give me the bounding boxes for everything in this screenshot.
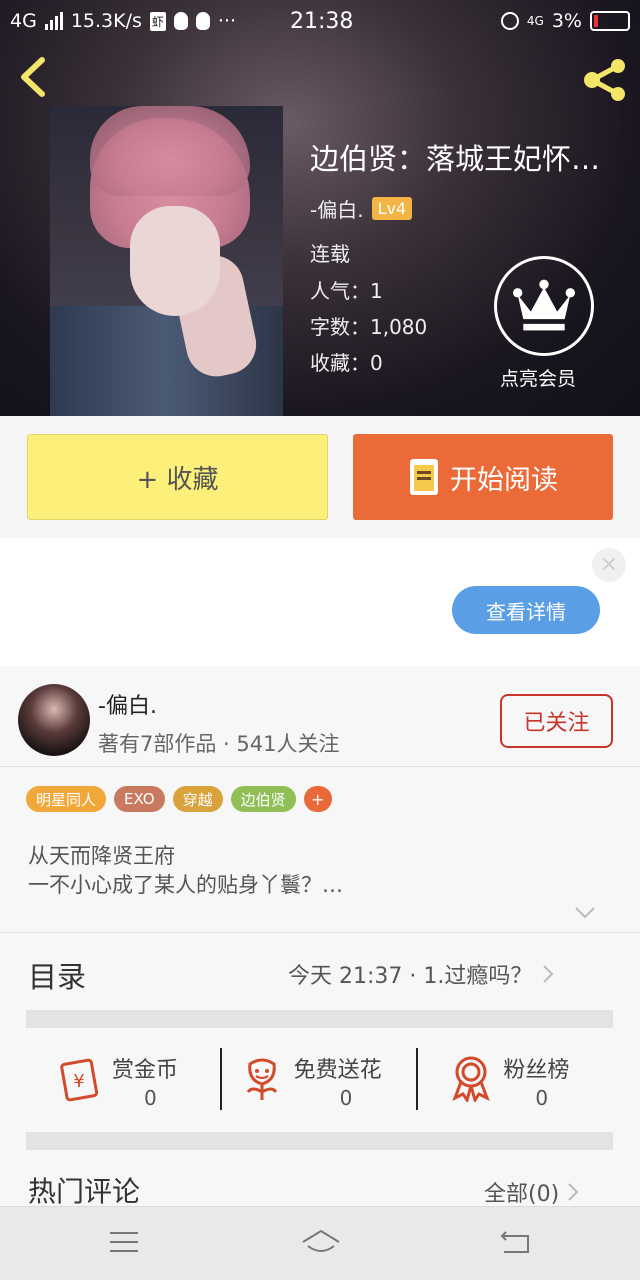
book-description[interactable]: 从天而降贤王府 一不小心成了某人的贴身丫鬟？… (28, 842, 343, 900)
divider (0, 932, 640, 933)
follow-button[interactable]: 已关注 (500, 694, 613, 748)
section-divider (26, 1010, 613, 1028)
toc-latest-chapter[interactable]: 今天 21:37 · 1.过瘾吗？ (288, 958, 554, 990)
book-author[interactable]: -偏白. (310, 194, 364, 223)
tag-item[interactable]: 穿越 (172, 786, 223, 812)
description-line: 从天而降贤王府 (28, 844, 175, 868)
home-icon[interactable] (300, 1226, 342, 1258)
status-bar: 4G 15.3K/s 虾 ··· 21:38 4G 3% (0, 0, 640, 44)
stat-value: 0 (535, 1086, 549, 1110)
latest-chapter-text: 今天 21:37 · 1.过瘾吗？ (288, 964, 533, 989)
divider (0, 766, 640, 767)
start-reading-label: 开始阅读 (450, 464, 558, 496)
tag-list: 明星同人 EXO 穿越 边伯贤 + (26, 786, 332, 812)
back-icon[interactable] (16, 56, 50, 98)
start-reading-button[interactable]: 开始阅读 (353, 434, 613, 520)
section-divider (26, 1132, 613, 1150)
crown-icon[interactable] (494, 256, 594, 356)
all-comments-label: 全部(0) (484, 1182, 560, 1207)
view-details-button[interactable]: 查看详情 (452, 586, 600, 634)
stat-label: 免费送花 (293, 1058, 382, 1083)
reward-coins-stat[interactable]: ¥ 赏金币 0 (26, 1040, 222, 1114)
network-label: 4G (10, 10, 37, 32)
more-dots: ··· (217, 10, 237, 32)
reward-coin-icon: ¥ (60, 1058, 99, 1102)
stats-bar: ¥ 赏金币 0 免费送花 0 粉丝榜 0 (26, 1040, 613, 1114)
chevron-right-icon (543, 965, 554, 983)
book-icon (410, 459, 438, 495)
ribbon-badge-icon (452, 1056, 491, 1102)
avatar[interactable] (18, 684, 90, 756)
all-comments-link[interactable]: 全部(0) (484, 1176, 579, 1208)
book-title: 边伯贤：落城王妃怀… (310, 142, 601, 176)
clock-time: 21:38 (290, 9, 354, 34)
chevron-down-icon[interactable] (574, 906, 596, 920)
signal-icon (44, 12, 63, 30)
flower-icon (246, 1058, 277, 1100)
back-nav-icon[interactable] (498, 1226, 534, 1258)
close-icon[interactable]: × (592, 548, 626, 582)
stat-separator (220, 1048, 222, 1110)
stat-separator (416, 1048, 418, 1110)
description-line: 一不小心成了某人的贴身丫鬟？… (28, 873, 343, 897)
book-popularity: 人气：1 (310, 279, 383, 303)
battery-icon (590, 11, 630, 31)
battery-percent: 3% (551, 10, 582, 32)
author-name[interactable]: -偏白. (98, 688, 157, 720)
send-flower-stat[interactable]: 免费送花 0 (222, 1040, 418, 1114)
app-badge-icon: 虾 (149, 11, 166, 31)
stat-value: 0 (339, 1086, 353, 1110)
tag-item[interactable]: 边伯贤 (230, 786, 296, 812)
alarm-icon (500, 12, 519, 30)
book-word-count: 字数：1,080 (310, 315, 428, 339)
book-favorites: 收藏：0 (310, 351, 383, 375)
toc-label[interactable]: 目录 (28, 954, 86, 996)
fan-ranking-stat[interactable]: 粉丝榜 0 (417, 1040, 613, 1114)
vip-label[interactable]: 点亮会员 (500, 364, 576, 391)
book-header: 4G 15.3K/s 虾 ··· 21:38 4G 3% 边伯贤：落城王妃怀… … (0, 0, 640, 416)
network-speed: 15.3K/s (70, 10, 142, 32)
stat-label: 粉丝榜 (503, 1058, 570, 1083)
book-status: 连载 (310, 242, 350, 266)
qq-icon (173, 12, 188, 30)
qq-icon-2 (195, 12, 210, 30)
favorite-button[interactable]: + 收藏 (27, 434, 328, 520)
network-right-label: 4G (526, 14, 544, 28)
svg-text:¥: ¥ (73, 1071, 84, 1092)
hot-comments-label: 热门评论 (28, 1175, 141, 1208)
chevron-right-icon (568, 1183, 579, 1201)
tag-item[interactable]: 明星同人 (26, 786, 107, 812)
tag-item[interactable]: EXO (114, 786, 165, 812)
menu-icon[interactable] (106, 1226, 142, 1258)
share-icon[interactable] (580, 58, 630, 102)
add-tag-button[interactable]: + (303, 786, 332, 812)
author-info: 著有7部作品 · 541人关注 (98, 732, 340, 756)
stat-value: 0 (144, 1086, 157, 1110)
stat-label: 赏金币 (112, 1058, 179, 1083)
book-cover-image[interactable] (50, 106, 283, 416)
author-level-badge: Lv4 (371, 197, 413, 220)
